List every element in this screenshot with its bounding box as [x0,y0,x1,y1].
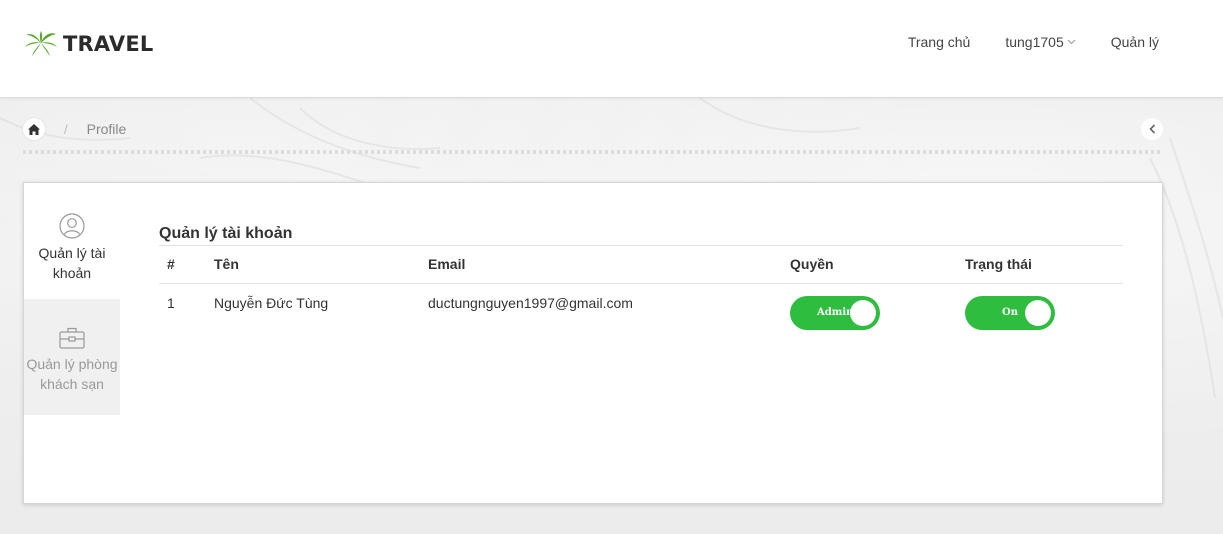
toggle-knob [850,299,876,326]
back-button[interactable] [1141,118,1163,140]
divider [23,150,1163,154]
breadcrumb: / Profile [23,118,126,140]
breadcrumb-current: Profile [86,121,127,137]
accounts-table: # Tên Email Quyền Trạng thái 1 Nguyễn Đứ… [159,246,1123,330]
column-header-name: Tên [206,246,420,284]
row-number: 1 [167,294,175,311]
top-header: TRAVEL Trang chủ tung1705 Quản lý [0,0,1223,98]
nav-user-label: tung1705 [1005,34,1064,50]
home-icon [28,123,40,135]
briefcase-icon [59,327,85,349]
column-header-email: Email [420,246,782,284]
accounts-section: Quản lý tài khoản # Tên Email Quyền Trạn… [159,223,1123,330]
nav-home-link[interactable]: Trang chủ [908,34,971,50]
row-email: ductungnguyen1997@gmail.com [428,294,633,311]
sidebar-item-accounts[interactable]: Quản lý tài khoản [24,183,120,299]
toggle-knob [1025,299,1051,326]
row-status-cell: On [957,283,1123,330]
status-toggle[interactable]: On [965,295,1055,330]
chevron-left-icon [1148,124,1155,134]
row-role-cell: Admin [782,283,957,330]
brand-name: TRAVEL [63,32,154,56]
breadcrumb-separator: / [64,121,68,137]
chevron-down-icon [1067,39,1076,45]
column-header-role: Quyền [782,246,957,284]
table-header-row: # Tên Email Quyền Trạng thái [159,246,1123,284]
user-circle-icon [59,213,85,239]
sidebar-item-hotel-rooms[interactable]: Quản lý phòng khách sạn [24,299,120,415]
main-nav: Trang chủ tung1705 Quản lý [873,34,1159,50]
table-row: 1 Nguyễn Đức Tùng ductungnguyen1997@gmai… [159,283,1123,330]
brand-logo[interactable]: TRAVEL [24,30,154,58]
column-header-status: Trạng thái [957,246,1123,284]
role-toggle[interactable]: Admin [790,295,880,330]
nav-user-menu[interactable]: tung1705 [1005,34,1076,50]
breadcrumb-home-button[interactable] [23,118,45,140]
row-name: Nguyễn Đức Tùng [214,294,329,311]
status-toggle-label: On [1002,306,1018,318]
sidebar: Quản lý tài khoản Quản lý phòng khách sạ… [24,183,120,415]
column-header-number: # [159,246,206,284]
sidebar-item-label: Quản lý phòng khách sạn [26,356,118,392]
nav-manage-link[interactable]: Quản lý [1111,34,1159,50]
profile-card: Quản lý tài khoản Quản lý phòng khách sạ… [23,182,1163,504]
palm-leaf-icon [25,31,57,56]
section-title: Quản lý tài khoản [159,223,1123,246]
role-toggle-label: Admin [817,306,854,318]
sidebar-item-label: Quản lý tài khoản [38,245,106,281]
